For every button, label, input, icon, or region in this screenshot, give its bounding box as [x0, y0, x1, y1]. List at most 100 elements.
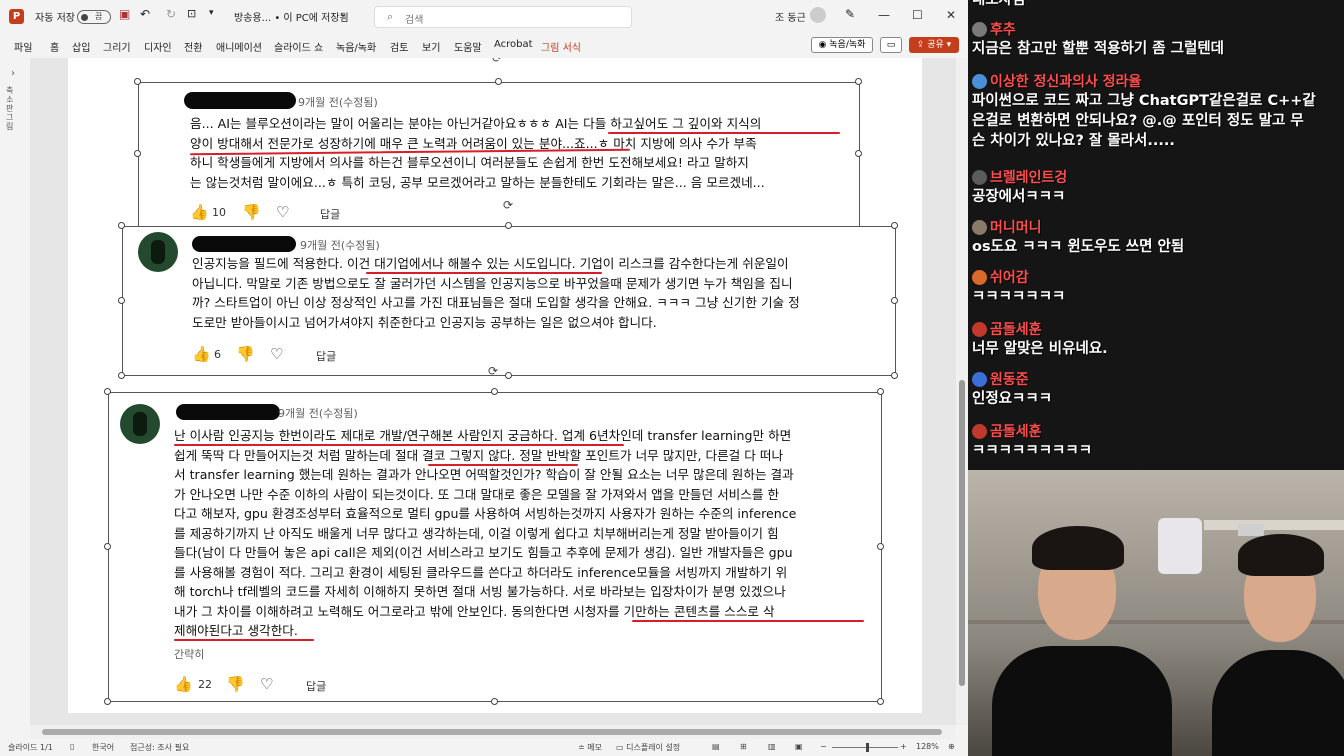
notes-button[interactable]: ≐ 메모 [578, 742, 602, 753]
rotate-handle-icon[interactable]: ⟳ [488, 364, 498, 378]
resize-handle[interactable] [118, 222, 125, 229]
maximize-icon[interactable]: ☐ [912, 8, 923, 22]
user-name[interactable]: 조 동근 [775, 9, 806, 24]
resize-handle[interactable] [877, 388, 884, 395]
comments-icon[interactable]: ▭ [880, 37, 902, 53]
resize-handle[interactable] [891, 372, 898, 379]
slideshow-icon[interactable]: ▣ [795, 742, 803, 751]
scrollbar-thumb[interactable] [959, 380, 965, 686]
display-settings-button[interactable]: ▭ 디스플레이 설정 [616, 742, 680, 753]
heart-icon[interactable]: ♡ [276, 203, 289, 221]
comment-body: 난 이사람 인공지능 한번이라도 제대로 개발/연구해본 사람인지 궁금하다. … [174, 426, 796, 641]
fit-slide-icon[interactable]: ⊕ [948, 742, 955, 751]
minimize-icon[interactable]: — [878, 8, 890, 22]
reply-button[interactable]: 답글 [316, 348, 336, 364]
zoom-out-icon[interactable]: − [820, 742, 827, 751]
tab-help[interactable]: 도움말 [454, 39, 482, 54]
tab-record[interactable]: 녹음/녹화 [336, 39, 376, 54]
resize-handle[interactable] [495, 78, 502, 85]
slide[interactable]: ⟳ 9개월 전(수정됨) 음... AI는 블루오션이라는 말이 어울리는 분야… [68, 58, 922, 713]
tab-insert[interactable]: 삽입 [72, 39, 90, 54]
resize-handle[interactable] [104, 698, 111, 705]
tab-slideshow[interactable]: 슬라이드 쇼 [274, 39, 323, 54]
resize-handle[interactable] [118, 372, 125, 379]
like-icon[interactable]: 👍 [174, 675, 193, 693]
tab-design[interactable]: 디자인 [144, 39, 172, 54]
chat-username: 곰돌세훈 [990, 322, 1042, 338]
rotate-handle-icon[interactable]: ⟳ [503, 198, 513, 212]
redo-icon[interactable]: ↻ [166, 7, 176, 21]
tab-picture-format[interactable]: 그림 서식 [541, 39, 581, 54]
reading-view-icon[interactable]: ▥ [768, 742, 776, 751]
like-icon[interactable]: 👍 [190, 203, 209, 221]
vertical-scrollbar[interactable] [956, 58, 968, 725]
horizontal-scrollbar[interactable] [30, 725, 956, 739]
scrollbar-thumb[interactable] [42, 729, 942, 735]
tab-file[interactable]: 파일 [14, 39, 32, 54]
document-title[interactable]: 방송용... • 이 PC에 저장됨 [234, 9, 349, 24]
resize-handle[interactable] [505, 222, 512, 229]
pen-icon[interactable]: ✎ [845, 7, 855, 21]
collapse-link[interactable]: 간략히 [174, 646, 204, 662]
zoom-in-icon[interactable]: + [900, 742, 907, 751]
heart-icon[interactable]: ♡ [260, 675, 273, 693]
dislike-icon[interactable]: 👎 [226, 675, 245, 693]
tab-transitions[interactable]: 전환 [184, 39, 202, 54]
resize-handle[interactable] [134, 78, 141, 85]
avatar[interactable] [810, 7, 826, 23]
resize-handle[interactable] [891, 297, 898, 304]
comment-line: 제해야된다고 생각한다. [174, 623, 298, 638]
reply-button[interactable]: 답글 [320, 206, 340, 222]
like-count: 22 [198, 678, 212, 691]
close-icon[interactable]: ✕ [946, 8, 956, 22]
resize-handle[interactable] [118, 297, 125, 304]
resize-handle[interactable] [104, 388, 111, 395]
tab-home[interactable]: 홈 [50, 39, 59, 54]
redacted-username [192, 236, 296, 252]
like-icon[interactable]: 👍 [192, 345, 211, 363]
chat-text-line: 슨 차이가 있나요? 잘 몰라서..... [972, 133, 1175, 149]
resize-handle[interactable] [491, 698, 498, 705]
save-icon[interactable]: ▣ [119, 7, 130, 21]
expand-chevron-icon[interactable]: › [11, 68, 15, 79]
resize-handle[interactable] [891, 222, 898, 229]
comment-image-2[interactable]: ⟳ 9개월 전(수정됨) 인공지능을 필드에 적용한다. 이건 대기업에서나 해… [118, 198, 898, 379]
tab-review[interactable]: 검토 [390, 39, 408, 54]
autosave-toggle[interactable]: 끔 [77, 10, 111, 24]
resize-handle[interactable] [855, 78, 862, 85]
share-button[interactable]: ⇪ 공유 ▾ [909, 37, 959, 53]
tab-acrobat[interactable]: Acrobat [494, 39, 533, 50]
undo-icon[interactable]: ↶ [140, 7, 150, 21]
resize-handle[interactable] [855, 150, 862, 157]
rotate-handle-icon[interactable]: ⟳ [492, 58, 502, 65]
zoom-slider[interactable] [832, 747, 898, 748]
resize-handle[interactable] [491, 388, 498, 395]
search-box[interactable]: ⌕ 검색 [374, 6, 632, 28]
slide-sorter-icon[interactable]: ⊞ [740, 742, 747, 751]
resize-handle[interactable] [877, 543, 884, 550]
dislike-icon[interactable]: 👎 [242, 203, 261, 221]
resize-handle[interactable] [104, 543, 111, 550]
present-icon[interactable]: ⊡ [187, 7, 196, 20]
reply-button[interactable]: 답글 [306, 678, 326, 694]
zoom-level[interactable]: 128% [916, 742, 939, 751]
tab-view[interactable]: 보기 [422, 39, 440, 54]
tab-draw[interactable]: 그리기 [103, 39, 131, 54]
comment-image-3[interactable]: ⟳ 9개월 전(수정됨) 난 이사람 인공지능 한번이라도 제대로 개발/연구해… [104, 364, 884, 705]
resize-handle[interactable] [134, 150, 141, 157]
spellcheck-icon[interactable]: ▯ [70, 742, 74, 751]
heart-icon[interactable]: ♡ [270, 345, 283, 363]
resize-handle[interactable] [877, 698, 884, 705]
dislike-icon[interactable]: 👎 [236, 345, 255, 363]
accessibility-status[interactable]: 접근성: 조사 필요 [130, 742, 189, 753]
customize-toolbar-icon[interactable]: ▾ [209, 8, 214, 18]
record-button[interactable]: ◉ 녹음/녹화 [811, 37, 873, 53]
zoom-slider-thumb[interactable] [866, 743, 869, 752]
comment-image-1[interactable]: ⟳ 9개월 전(수정됨) 음... AI는 블루오션이라는 말이 어울리는 분야… [134, 58, 862, 232]
comment-line: 내가 그 차이를 이해하려고 노력해도 어그로라고 밖에 안보인다. 동의한다면… [174, 603, 775, 619]
language-status[interactable]: 한국어 [92, 742, 114, 753]
tab-animations[interactable]: 애니메이션 [216, 39, 262, 54]
resize-handle[interactable] [505, 372, 512, 379]
chat-text: os도요 ㅋㅋㅋ 윈도우도 쓰면 안됨 [972, 237, 1184, 257]
normal-view-icon[interactable]: ▤ [712, 742, 720, 751]
